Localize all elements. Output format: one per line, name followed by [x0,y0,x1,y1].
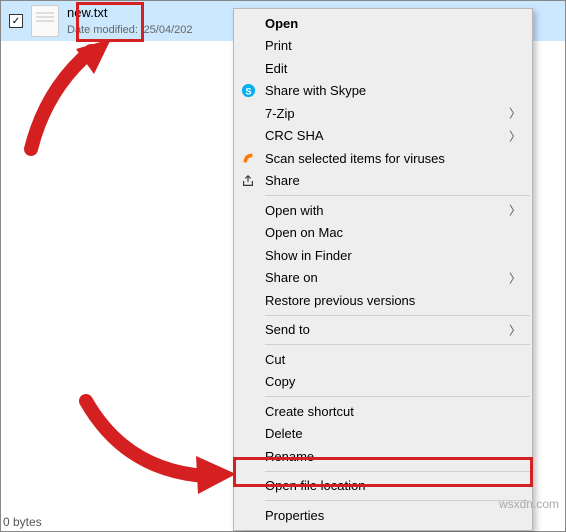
menu-share-on[interactable]: Share on〉 [235,267,531,290]
menu-separator [265,396,530,397]
menu-delete[interactable]: Delete [235,423,531,446]
file-name: new.txt [67,5,193,21]
menu-edit[interactable]: Edit [235,57,531,80]
annotation-arrow-bottom [76,391,246,511]
menu-separator [265,195,530,196]
menu-open-with[interactable]: Open with〉 [235,199,531,222]
menu-open[interactable]: Open [235,12,531,35]
menu-properties[interactable]: Properties [235,504,531,527]
file-meta: new.txt Date modified: 25/04/202 [67,5,193,38]
menu-scan-viruses[interactable]: Scan selected items for viruses [235,147,531,170]
chevron-right-icon: 〉 [509,127,521,144]
menu-open-on-mac[interactable]: Open on Mac [235,222,531,245]
annotation-arrow-top [16,39,136,159]
menu-restore-versions[interactable]: Restore previous versions [235,289,531,312]
menu-show-in-finder[interactable]: Show in Finder [235,244,531,267]
watermark: wsxdn.com [499,497,559,511]
chevron-right-icon: 〉 [509,269,521,286]
text-file-icon [31,5,59,37]
menu-separator [265,500,530,501]
context-menu: Open Print Edit S Share with Skype 7-Zip… [233,8,533,531]
menu-7zip[interactable]: 7-Zip〉 [235,102,531,125]
checkmark-icon: ✓ [12,16,20,27]
menu-share-skype[interactable]: S Share with Skype [235,80,531,103]
antivirus-icon [240,150,256,166]
menu-send-to[interactable]: Send to〉 [235,319,531,342]
menu-separator [265,344,530,345]
menu-cut[interactable]: Cut [235,348,531,371]
menu-separator [265,471,530,472]
date-modified-label: Date modified: [67,24,138,36]
menu-share[interactable]: Share [235,170,531,193]
menu-separator [265,315,530,316]
chevron-right-icon: 〉 [509,321,521,338]
menu-rename[interactable]: Rename [235,445,531,468]
menu-copy[interactable]: Copy [235,371,531,394]
menu-create-shortcut[interactable]: Create shortcut [235,400,531,423]
chevron-right-icon: 〉 [509,105,521,122]
status-bar-text: 0 bytes [3,515,42,529]
share-icon [240,173,256,189]
chevron-right-icon: 〉 [509,202,521,219]
menu-open-file-location[interactable]: Open file location [235,475,531,498]
menu-crc-sha[interactable]: CRC SHA〉 [235,125,531,148]
menu-print[interactable]: Print [235,35,531,58]
date-modified-value: 25/04/202 [144,24,193,36]
svg-text:S: S [245,87,251,97]
skype-icon: S [240,83,256,99]
file-checkbox[interactable]: ✓ [9,14,23,28]
